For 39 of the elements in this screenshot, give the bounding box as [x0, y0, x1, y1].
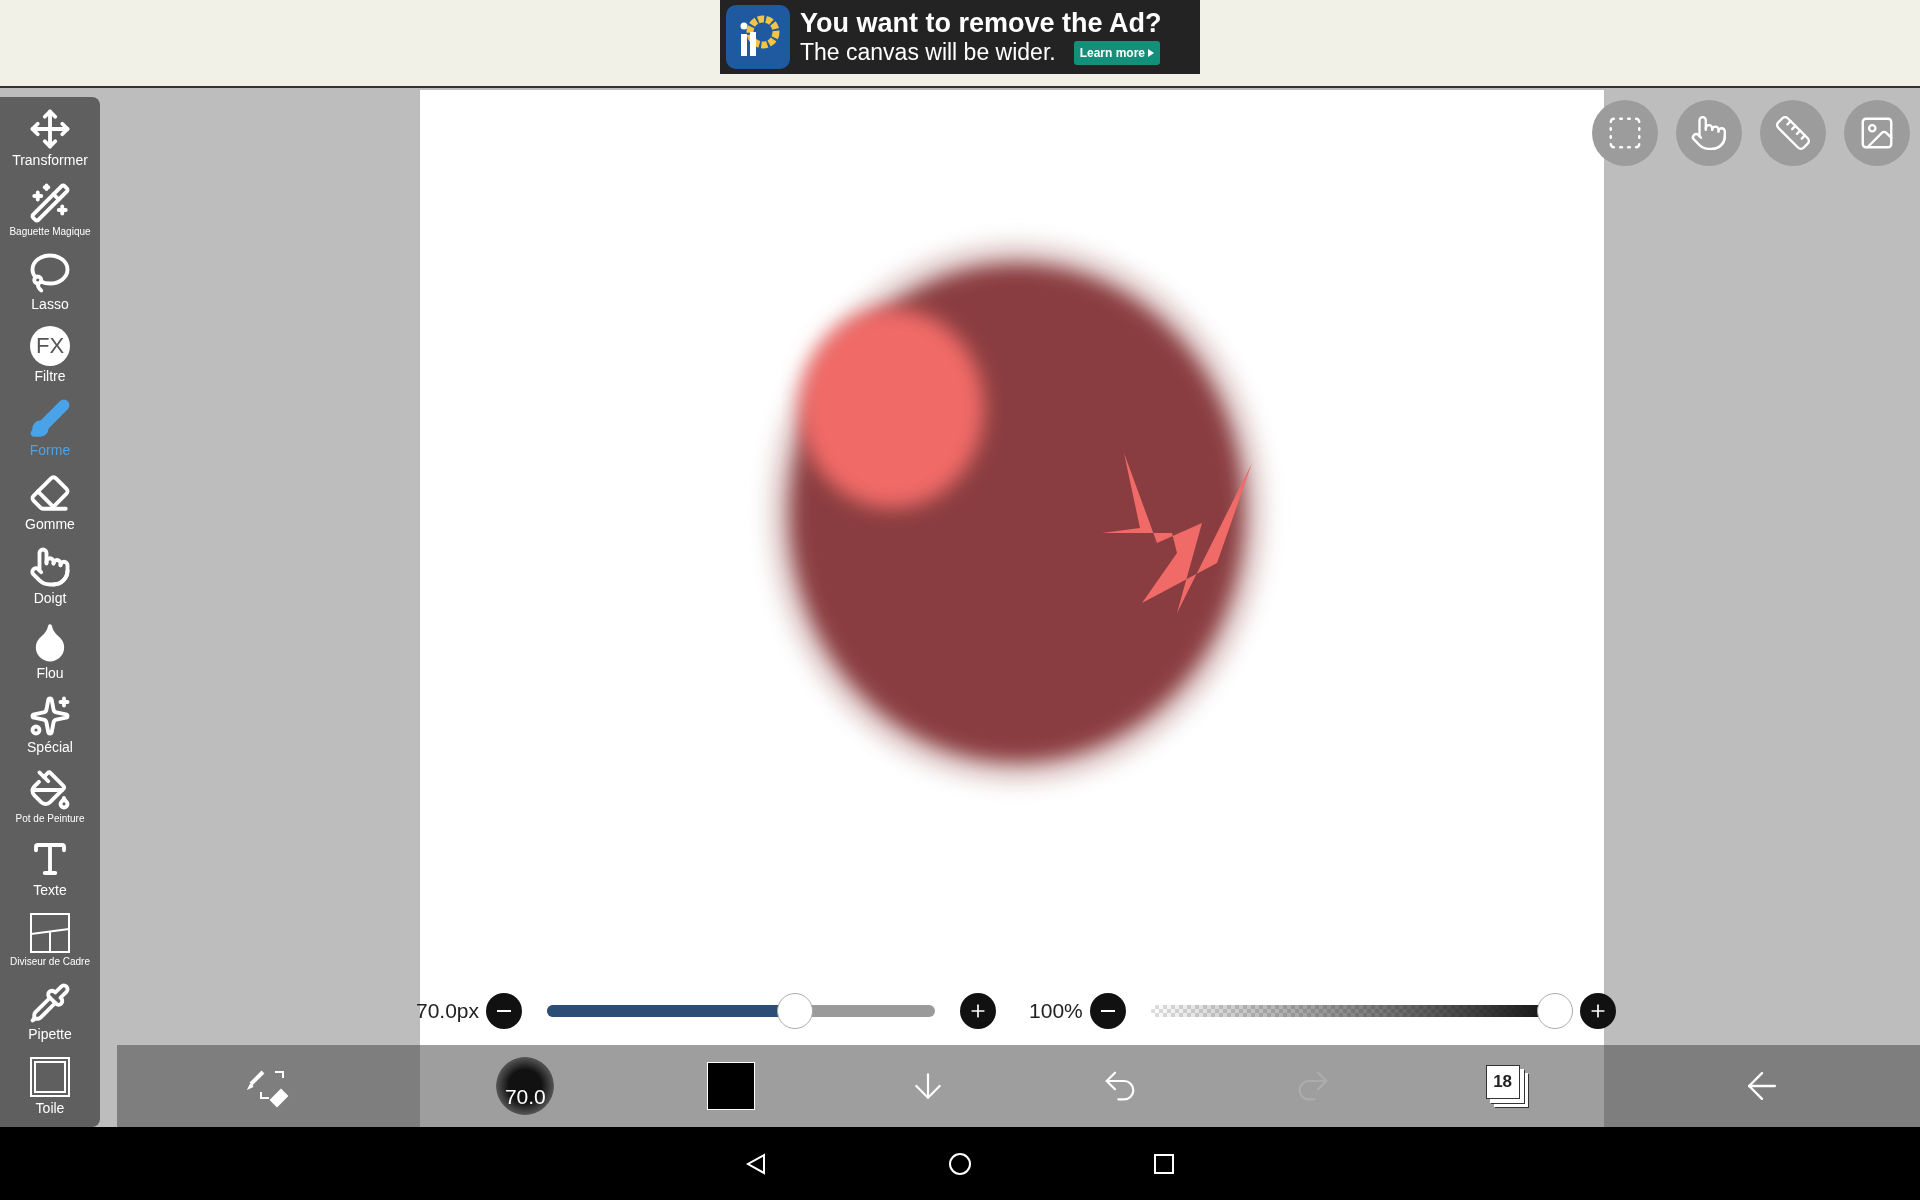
- brush-icon: [29, 397, 71, 440]
- ad-headline: You want to remove the Ad?: [800, 8, 1162, 39]
- pipette-icon: [29, 981, 71, 1024]
- ruler-icon: [1774, 114, 1812, 152]
- home-icon[interactable]: [948, 1151, 972, 1176]
- back-icon[interactable]: [744, 1151, 768, 1176]
- finger-icon: [1690, 114, 1728, 152]
- move-icon: [29, 108, 71, 151]
- tool-button[interactable]: Doigt: [29, 546, 71, 607]
- canvas-icon: [29, 1055, 71, 1098]
- learn-more-button[interactable]: Learn more: [1073, 40, 1161, 65]
- app-logo-icon: [726, 5, 790, 69]
- tool-button[interactable]: Pot de Peinture: [15, 768, 85, 824]
- brush-size-reading: 70.0px: [416, 999, 480, 1023]
- minus-icon: [497, 1010, 512, 1012]
- opacity-reading: 100%: [1029, 999, 1083, 1023]
- minus-icon: [1100, 1010, 1115, 1012]
- tool-button[interactable]: Toile: [29, 1055, 71, 1116]
- tool-button[interactable]: Spécial: [27, 694, 73, 755]
- tool-button[interactable]: Transformer: [12, 108, 88, 169]
- fx-icon: FX: [30, 325, 70, 366]
- tool-button[interactable]: FX Filtre: [30, 325, 70, 384]
- color-swatch[interactable]: [707, 1062, 755, 1110]
- tool-button[interactable]: Baguette Magique: [9, 182, 91, 238]
- tool-button[interactable]: Gomme: [25, 472, 75, 533]
- finger-icon: [29, 546, 71, 589]
- lasso-icon: [29, 251, 71, 294]
- magic-wand-icon: [29, 182, 71, 225]
- ad-banner[interactable]: You want to remove the Ad? The canvas will be wider. Learn more: [720, 0, 1200, 74]
- paint-bucket-icon: [29, 768, 71, 811]
- recents-icon[interactable]: [1152, 1151, 1176, 1176]
- caret-icon: [1148, 48, 1155, 57]
- brush-preview-button[interactable]: 70.0: [496, 1057, 555, 1115]
- tool-button[interactable]: Pipette: [28, 981, 72, 1042]
- tool-button[interactable]: Flou: [29, 620, 71, 681]
- tool-button[interactable]: Lasso: [29, 251, 71, 312]
- ad-subline: The canvas will be wider.: [800, 39, 1056, 66]
- tool-button[interactable]: Texte: [29, 838, 71, 899]
- tool-button[interactable]: Diviseur de Cadre: [9, 912, 90, 968]
